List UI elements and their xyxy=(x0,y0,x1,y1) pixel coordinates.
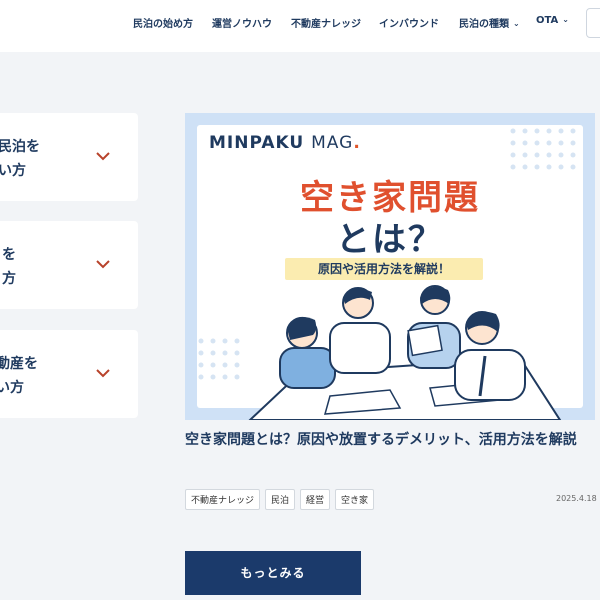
nav-label: OTA xyxy=(536,15,559,26)
chevron-down-icon xyxy=(96,260,110,269)
accordion-label: 民泊を い方 xyxy=(0,139,40,179)
headline-text: とは？ xyxy=(336,220,444,260)
article-date: 2025.4.18 xyxy=(556,494,597,503)
chevron-down-icon xyxy=(96,369,110,378)
thumbnail-subheading: 原因や活用方法を解説！ xyxy=(285,258,483,280)
header-action-button[interactable] xyxy=(586,8,600,38)
brand-logo: MINPAKU MAG. xyxy=(209,133,361,153)
chevron-down-icon: ⌄ xyxy=(562,15,569,24)
site-header: 民泊の始め方 運営ノウハウ 不動産ナレッジ インバウンド 民泊の種類 ⌄ OTA ⌄ xyxy=(0,0,600,52)
accordion-item-2[interactable]: を 方 xyxy=(0,221,138,309)
more-button[interactable]: もっとみる xyxy=(185,551,361,595)
logo-suffix: MAG xyxy=(311,133,354,153)
meeting-illustration xyxy=(248,285,562,420)
nav-label: 不動産ナレッジ xyxy=(291,19,361,30)
nav-item-types[interactable]: 民泊の種類 ⌄ xyxy=(459,15,520,30)
nav-item-ota[interactable]: OTA ⌄ xyxy=(536,15,569,26)
logo-dot: . xyxy=(353,133,361,153)
article-title-link[interactable]: 空き家問題とは？原因や放置するデメリット、活用方法を解説 xyxy=(185,428,595,452)
nav-label: 民泊の種類 xyxy=(459,19,509,30)
chevron-down-icon xyxy=(96,152,110,161)
accordion-label: を 方 xyxy=(2,247,16,287)
nav-label: 運営ノウハウ xyxy=(212,19,272,30)
chevron-down-icon: ⌄ xyxy=(513,19,520,28)
nav-label: インバウンド xyxy=(379,19,439,30)
thumbnail-headline-2: とは？ xyxy=(185,212,595,261)
dot-pattern xyxy=(510,128,576,170)
nav-item-operations[interactable]: 運営ノウハウ xyxy=(212,15,272,30)
nav-item-inbound[interactable]: インバウンド xyxy=(379,15,439,30)
nav-item-getting-started[interactable]: 民泊の始め方 xyxy=(133,15,193,30)
accordion-item-1[interactable]: 民泊を い方 xyxy=(0,113,138,201)
tag[interactable]: 民泊 xyxy=(265,489,296,510)
tag[interactable]: 経営 xyxy=(300,489,331,510)
logo-text: MINPAKU xyxy=(209,133,305,153)
accordion-item-3[interactable]: 動産を い方 xyxy=(0,330,138,418)
tag-list: 不動産ナレッジ 民泊 経営 空き家 xyxy=(185,489,375,510)
tag[interactable]: 空き家 xyxy=(335,489,375,510)
nav-item-real-estate[interactable]: 不動産ナレッジ xyxy=(291,15,361,30)
nav-label: 民泊の始め方 xyxy=(133,19,193,30)
tag[interactable]: 不動産ナレッジ xyxy=(185,489,261,510)
accordion-label: 動産を い方 xyxy=(0,356,38,396)
